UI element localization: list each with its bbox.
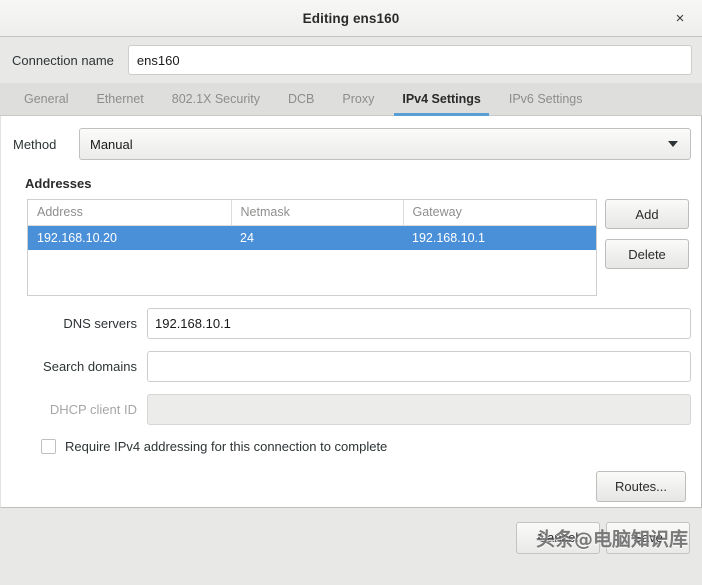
close-icon[interactable]: × [668,6,692,30]
require-ipv4-row: Require IPv4 addressing for this connect… [13,439,691,454]
search-domains-row: Search domains [13,351,691,382]
routes-row: Routes... [13,471,691,502]
cancel-button-label: Cancel [537,530,579,545]
dialog-footer: Cancel Save 头条@电脑知识库 [0,508,702,567]
delete-button-label: Delete [628,246,666,262]
tab-ethernet[interactable]: Ethernet [82,83,157,115]
table-header-row: Address Netmask Gateway [28,200,596,226]
cell-gateway[interactable]: 192.168.10.1 [403,225,596,250]
save-button[interactable]: Save [606,521,690,554]
search-domains-input[interactable] [147,351,691,382]
tab-general[interactable]: General [10,83,82,115]
dns-servers-row: DNS servers 192.168.10.1 [13,308,691,339]
add-button-label: Add [635,206,659,222]
addresses-title: Addresses [25,176,92,191]
titlebar: Editing ens160 × [0,0,702,37]
tab-general-label: General [24,92,69,106]
routes-button[interactable]: Routes... [596,471,686,502]
addresses-table: Address Netmask Gateway 192.168.10.20 24… [28,200,596,250]
column-header-netmask[interactable]: Netmask [231,200,404,226]
tab-proxy-label: Proxy [342,92,375,106]
table-row[interactable]: 192.168.10.20 24 192.168.10.1 [28,225,596,250]
edit-connection-window: Editing ens160 × Connection name ens160 … [0,0,702,585]
cell-address[interactable]: 192.168.10.20 [28,225,231,250]
window-title: Editing ens160 [302,10,400,26]
tabbar: General Ethernet 802.1X Security DCB Pro… [0,83,702,116]
save-button-label: Save [633,530,663,545]
tab-ipv6-settings-label: IPv6 Settings [508,92,583,106]
connection-name-value: ens160 [136,52,180,68]
method-row: Method Manual [13,128,691,160]
tab-dcb[interactable]: DCB [274,83,328,115]
dhcp-client-id-input [147,394,691,425]
require-ipv4-label: Require IPv4 addressing for this connect… [65,439,388,454]
addresses-area: Address Netmask Gateway 192.168.10.20 24… [27,199,691,296]
ipv4-settings-panel: Method Manual Addresses Address Netmask … [0,116,702,508]
tab-dcb-label: DCB [288,92,315,106]
tab-8021x-security-label: 802.1X Security [171,92,260,106]
method-select[interactable]: Manual [79,128,691,160]
tab-ipv4-settings[interactable]: IPv4 Settings [388,83,495,116]
dns-servers-value: 192.168.10.1 [155,316,231,331]
dns-servers-input[interactable]: 192.168.10.1 [147,308,691,339]
search-domains-label: Search domains [43,359,137,374]
require-ipv4-checkbox[interactable] [41,439,56,454]
addresses-table-wrap[interactable]: Address Netmask Gateway 192.168.10.20 24… [27,199,597,296]
connection-name-input[interactable]: ens160 [127,45,692,75]
connection-name-label: Connection name [12,52,114,68]
chevron-down-icon [668,141,678,147]
tab-ipv6-settings[interactable]: IPv6 Settings [495,83,597,115]
delete-button[interactable]: Delete [605,239,689,269]
cell-netmask[interactable]: 24 [231,225,403,250]
tab-ipv4-settings-label: IPv4 Settings [402,92,481,106]
column-header-address[interactable]: Address [28,200,232,226]
column-header-gateway[interactable]: Gateway [403,200,596,226]
add-button[interactable]: Add [605,199,689,229]
tab-8021x-security[interactable]: 802.1X Security [158,83,274,115]
cancel-button[interactable]: Cancel [516,521,600,554]
dhcp-client-id-label: DHCP client ID [49,402,137,417]
method-label: Method [13,136,57,152]
dns-servers-label: DNS servers [63,316,137,331]
connection-name-row: Connection name ens160 [0,37,702,83]
tab-proxy[interactable]: Proxy [328,83,388,115]
dhcp-client-id-row: DHCP client ID [13,394,691,425]
routes-button-label: Routes... [614,479,668,494]
tab-ethernet-label: Ethernet [96,92,144,106]
method-value: Manual [90,136,133,152]
addresses-button-column: Add Delete [605,199,689,269]
